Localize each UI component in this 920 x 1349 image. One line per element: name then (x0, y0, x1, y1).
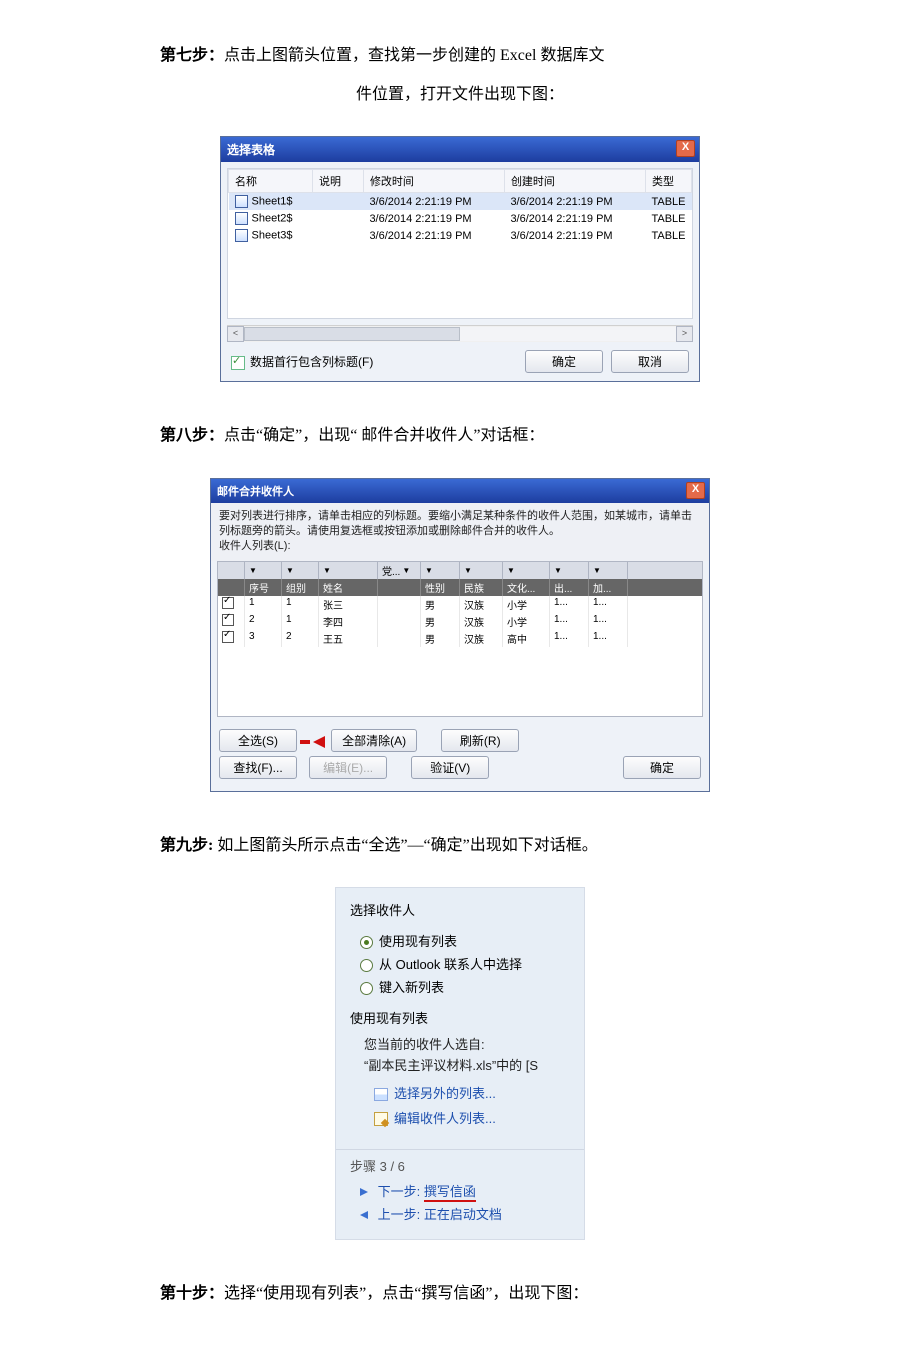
step-7-text-a: 点击上图箭头位置，查找第一步创建的 Excel 数据库文 (224, 47, 604, 64)
select-another-list-link[interactable]: 选择另外的列表... (374, 1083, 570, 1102)
table-row[interactable]: Sheet1$ 3/6/2014 2:21:19 PM 3/6/2014 2:2… (229, 193, 692, 211)
refresh-button[interactable]: 刷新(R) (441, 729, 519, 752)
sheet-icon (235, 195, 248, 208)
next-step-link[interactable]: 下一步: 撰写信函 (360, 1181, 570, 1200)
dialog-title: 邮件合并收件人 (217, 486, 294, 498)
filter-dropdown[interactable]: ▼ (503, 562, 550, 579)
step-7-text-b: 件位置，打开文件出现下图： (160, 77, 760, 112)
col-ctime[interactable]: 创建时间 (504, 170, 645, 193)
step-8: 第八步：点击“确定”，出现“ 邮件合并收件人”对话框： (160, 418, 760, 453)
col-seq[interactable]: 序号 (245, 579, 282, 596)
filter-dropdown[interactable]: ▼ (550, 562, 589, 579)
step-10: 第十步：选择“使用现有列表”，点击“撰写信函”，出现下图： (160, 1276, 760, 1311)
section-select-recipients: 选择收件人 (336, 896, 584, 923)
filter-dropdown[interactable]: ▼ (589, 562, 628, 579)
step-9: 第九步: 如上图箭头所示点击“全选”—“确定”出现如下对话框。 (160, 828, 760, 863)
current-source-label: 您当前的收件人选自: (364, 1035, 570, 1056)
filter-dropdown[interactable]: 党...▼ (378, 562, 421, 579)
col-type[interactable]: 类型 (645, 170, 691, 193)
col-sex[interactable]: 性别 (421, 579, 460, 596)
step-7-label: 第七步： (160, 47, 224, 64)
sheet-table: 名称 说明 修改时间 创建时间 类型 Sheet1$ 3/6/2014 2:21… (228, 169, 692, 318)
row-checkbox[interactable] (222, 597, 234, 609)
select-table-dialog: 选择表格 X 名称 说明 修改时间 创建时间 类型 Sheet1$ 3/6/20… (220, 136, 700, 382)
current-source-value: “副本民主评议材料.xls”中的 [S (364, 1056, 570, 1077)
row-checkbox[interactable] (222, 631, 234, 643)
radio-from-outlook[interactable]: 从 Outlook 联系人中选择 (360, 954, 570, 973)
col-edu[interactable]: 文化... (503, 579, 550, 596)
grid-icon (374, 1088, 388, 1101)
col-chu[interactable]: 出... (550, 579, 589, 596)
col-jia[interactable]: 加... (589, 579, 628, 596)
filter-dropdown[interactable]: ▼ (245, 562, 282, 579)
list-item[interactable]: 3 2 王五 男 汉族 高中 1... 1... (218, 630, 702, 647)
radio-use-existing-list[interactable]: 使用现有列表 (360, 931, 570, 950)
col-desc[interactable]: 说明 (312, 170, 363, 193)
radio-icon (360, 982, 373, 995)
step-10-text: 选择“使用现有列表”，点击“撰写信函”，出现下图： (224, 1285, 588, 1302)
step-7: 第七步：点击上图箭头位置，查找第一步创建的 Excel 数据库文 (160, 38, 760, 73)
prev-step-link[interactable]: 上一步: 正在启动文档 (360, 1204, 570, 1223)
validate-button[interactable]: 验证(V) (411, 756, 489, 779)
ok-button[interactable]: 确定 (623, 756, 701, 779)
sheet-icon (235, 212, 248, 225)
scroll-thumb[interactable] (244, 327, 460, 341)
filter-dropdown[interactable]: ▼ (460, 562, 503, 579)
col-name[interactable]: 名称 (229, 170, 313, 193)
radio-icon (360, 959, 373, 972)
find-button[interactable]: 查找(F)... (219, 756, 297, 779)
row-checkbox[interactable] (222, 614, 234, 626)
step-8-text: 点击“确定”，出现“ 邮件合并收件人”对话框： (224, 427, 544, 444)
col-fullname[interactable]: 姓名 (319, 579, 378, 596)
mail-merge-recipients-dialog: 邮件合并收件人 X 要对列表进行排序，请单击相应的列标题。要缩小满足某种条件的收… (210, 478, 710, 792)
mail-merge-task-pane: 选择收件人 使用现有列表 从 Outlook 联系人中选择 键入新列表 使用现有… (335, 887, 585, 1240)
clear-all-button[interactable]: 全部清除(A) (331, 729, 417, 752)
checkbox-icon (231, 356, 245, 370)
close-icon[interactable]: X (676, 140, 695, 157)
step-indicator: 步骤 3 / 6 (350, 1156, 570, 1175)
edit-icon (374, 1112, 388, 1126)
annotation-arrow-icon (313, 736, 325, 748)
dialog-title: 选择表格 (227, 143, 275, 157)
step-9-label: 第九步: (160, 837, 213, 854)
radio-icon (360, 936, 373, 949)
filter-dropdown[interactable]: ▼ (421, 562, 460, 579)
edit-button: 编辑(E)... (309, 756, 387, 779)
arrow-right-icon (360, 1188, 368, 1196)
scroll-right-icon[interactable]: > (676, 326, 693, 342)
step-8-label: 第八步： (160, 427, 224, 444)
list-item[interactable]: 2 1 李四 男 汉族 小学 1... 1... (218, 613, 702, 630)
list-item[interactable]: 1 1 张三 男 汉族 小学 1... 1... (218, 596, 702, 613)
col-mtime[interactable]: 修改时间 (363, 170, 504, 193)
grid-header: 序号 组别 姓名 性别 民族 文化... 出... 加... (218, 579, 702, 596)
annotation-arrow-icon (300, 740, 310, 744)
sheet-icon (235, 229, 248, 242)
first-row-header-checkbox[interactable]: 数据首行包含列标题(F) (231, 353, 373, 370)
dialog-titlebar: 邮件合并收件人 X (211, 479, 709, 503)
filter-bar: ▼ ▼ ▼ 党...▼ ▼ ▼ ▼ ▼ ▼ (218, 562, 702, 579)
arrow-left-icon (360, 1211, 368, 1219)
dialog-titlebar: 选择表格 X (221, 137, 699, 162)
filter-dropdown[interactable]: ▼ (319, 562, 378, 579)
table-row[interactable]: Sheet2$ 3/6/2014 2:21:19 PM 3/6/2014 2:2… (229, 210, 692, 227)
section-use-existing: 使用现有列表 (336, 1004, 584, 1031)
cancel-button[interactable]: 取消 (611, 350, 689, 373)
table-row[interactable]: Sheet3$ 3/6/2014 2:21:19 PM 3/6/2014 2:2… (229, 227, 692, 244)
scroll-left-icon[interactable]: < (227, 326, 244, 342)
radio-type-new-list[interactable]: 键入新列表 (360, 977, 570, 996)
step-9-text: 如上图箭头所示点击“全选”—“确定”出现如下对话框。 (213, 837, 597, 854)
dialog-description: 要对列表进行排序，请单击相应的列标题。要缩小满足某种条件的收件人范围，如某城市，… (211, 503, 709, 561)
step-10-label: 第十步： (160, 1285, 224, 1302)
ok-button[interactable]: 确定 (525, 350, 603, 373)
filter-dropdown[interactable]: ▼ (282, 562, 319, 579)
select-all-button[interactable]: 全选(S) (219, 729, 297, 752)
col-nation[interactable]: 民族 (460, 579, 503, 596)
close-icon[interactable]: X (686, 482, 705, 499)
col-group[interactable]: 组别 (282, 579, 319, 596)
horizontal-scrollbar[interactable]: < > (227, 325, 693, 342)
edit-recipient-list-link[interactable]: 编辑收件人列表... (374, 1108, 570, 1127)
